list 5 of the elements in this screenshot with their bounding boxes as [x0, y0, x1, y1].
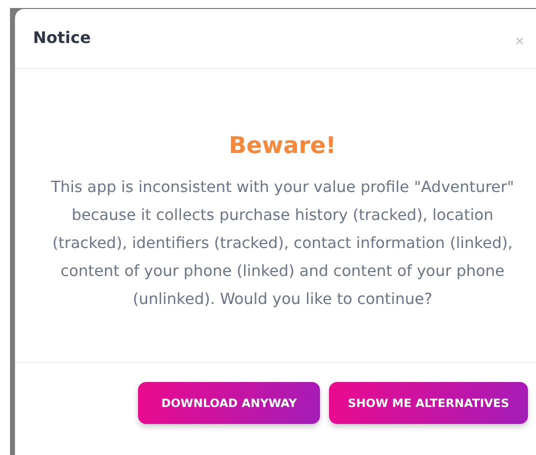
- warning-heading: Beware!: [228, 133, 336, 159]
- show-alternatives-button[interactable]: SHOW ME ALTERNATIVES: [329, 382, 528, 424]
- download-anyway-button[interactable]: DOWNLOAD ANYWAY: [138, 382, 320, 424]
- dialog-title: Notice: [33, 28, 91, 47]
- warning-message: This app is inconsistent with your value profile "Adventurer" because it collects purchase history (tracked), location (tracked), identifiers (tracked), contact information (linked), content of your phone (linked) and content of your phone (unlinked). Would you like to continue?: [50, 177, 516, 310]
